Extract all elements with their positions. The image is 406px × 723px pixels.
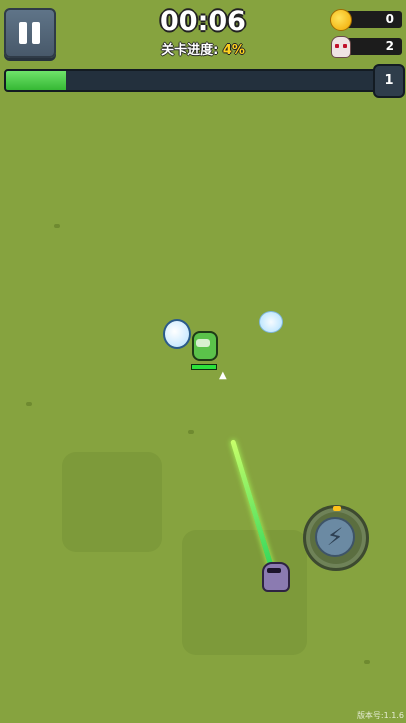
stage-progress-value: 4% (222, 43, 245, 58)
grass-tuft (188, 430, 194, 434)
coin-counter: 0 (330, 9, 402, 31)
version-label: 版本号:1.1.6 (356, 711, 404, 720)
coin-count: 0 (385, 12, 394, 26)
xp-bar-fill (6, 71, 67, 90)
skill-button[interactable]: ⚡ (303, 505, 369, 571)
player-face (196, 339, 210, 347)
enemy-zombie (262, 562, 290, 592)
grass-tuft (364, 660, 370, 664)
grass-tuft (54, 224, 60, 228)
game-field[interactable] (0, 0, 406, 723)
coin-icon (330, 9, 352, 31)
enemy-eyes (267, 568, 281, 573)
skill-ready-indicator (333, 506, 341, 511)
kill-count: 2 (385, 39, 394, 53)
player-health-bar (191, 364, 217, 370)
kill-counter: 2 (331, 36, 402, 58)
stage-progress-label: 关卡进度: (161, 43, 219, 58)
lightning-icon: ⚡ (315, 517, 355, 557)
skull-icon (331, 36, 351, 58)
level-badge: 1 (373, 64, 405, 98)
companion-pet (163, 319, 191, 349)
ground-patch (62, 452, 162, 552)
grass-tuft (26, 402, 32, 406)
ground-patch (182, 530, 307, 655)
aim-indicator: ▲ (219, 370, 227, 381)
xp-bar (4, 69, 384, 92)
ice-orb (259, 311, 283, 333)
